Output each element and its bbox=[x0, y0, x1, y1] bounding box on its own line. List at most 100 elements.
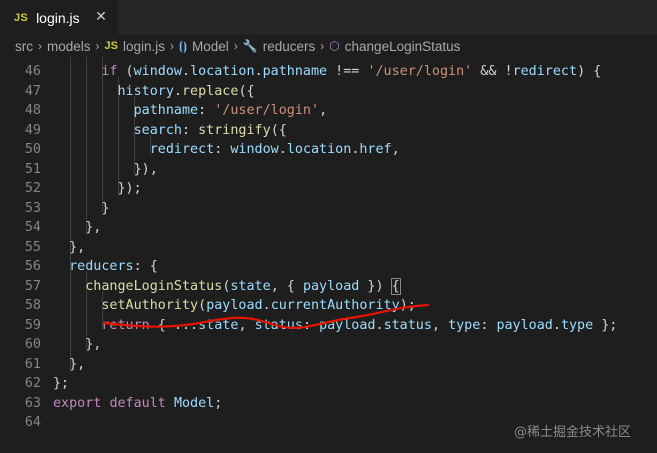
code-line[interactable]: 59 return { ...state, status: payload.st… bbox=[0, 316, 657, 336]
code-line[interactable]: 56 reducers: { bbox=[0, 257, 657, 277]
line-number: 55 bbox=[24, 239, 41, 255]
code-token: . bbox=[254, 64, 263, 79]
line-number: 48 bbox=[24, 103, 41, 118]
line-number: 51 bbox=[24, 161, 41, 177]
code-editor[interactable]: 46 if (window.location.pathname !== '/us… bbox=[0, 57, 657, 453]
line-number: 49 bbox=[24, 122, 41, 138]
code-token: history bbox=[117, 83, 174, 99]
code-token: payload bbox=[206, 298, 263, 313]
tab-login-js[interactable]: JS login.js ✕ bbox=[0, 0, 118, 35]
tab-bar: JS login.js ✕ bbox=[0, 0, 657, 35]
line-number: 52 bbox=[24, 181, 41, 196]
code-token: href bbox=[359, 142, 392, 157]
code-token: type bbox=[448, 317, 481, 333]
code-token: . bbox=[375, 317, 384, 333]
code-token: }, bbox=[53, 356, 86, 372]
chevron-right-icon: › bbox=[38, 39, 42, 53]
code-token: export bbox=[53, 395, 102, 411]
breadcrumb-item-models[interactable]: models bbox=[47, 39, 91, 54]
code-token: '/user/login' bbox=[367, 64, 473, 79]
code-token: return bbox=[101, 317, 150, 333]
breadcrumb-item-src[interactable]: src bbox=[15, 39, 33, 54]
code-token: payload bbox=[302, 278, 360, 294]
code-token: : bbox=[480, 317, 497, 333]
code-line[interactable]: 61 }, bbox=[0, 355, 657, 375]
code-token: }), bbox=[53, 161, 158, 177]
code-text: }), bbox=[53, 160, 158, 180]
code-token: ( bbox=[117, 64, 134, 79]
code-line[interactable]: 58 setAuthority(payload.currentAuthority… bbox=[0, 296, 657, 316]
code-line[interactable]: 62}; bbox=[0, 374, 657, 394]
code-token: { bbox=[390, 277, 401, 295]
code-token: stringify bbox=[198, 122, 271, 138]
code-text: return { ...state, status: payload.statu… bbox=[53, 316, 617, 336]
code-token: . bbox=[173, 83, 182, 99]
code-token: . bbox=[552, 317, 561, 333]
code-text: pathname: '/user/login', bbox=[53, 101, 328, 121]
code-line[interactable]: 63 export default Model; bbox=[0, 394, 657, 414]
javascript-file-icon: JS bbox=[14, 11, 29, 24]
code-token: , bbox=[238, 317, 255, 333]
code-token: status bbox=[383, 317, 432, 333]
code-token: , { bbox=[270, 278, 303, 294]
code-token: location bbox=[286, 142, 352, 157]
code-token: window bbox=[230, 142, 279, 157]
code-line[interactable]: 60 }, bbox=[0, 335, 657, 355]
code-token: : bbox=[214, 142, 231, 157]
code-token: changeLoginStatus bbox=[85, 278, 223, 294]
code-token: replace bbox=[182, 83, 239, 99]
code-line[interactable]: 53 } bbox=[0, 199, 657, 219]
code-token: status bbox=[254, 317, 303, 333]
code-text: export default Model; bbox=[53, 394, 222, 414]
code-token: ; bbox=[214, 395, 223, 411]
code-line[interactable]: 50 redirect: window.location.href, bbox=[0, 140, 657, 160]
code-token: ({ bbox=[270, 122, 287, 138]
code-token: . bbox=[278, 142, 287, 157]
code-text: }); bbox=[53, 179, 141, 199]
breadcrumb-item-reducers[interactable]: reducers bbox=[263, 39, 316, 54]
code-line[interactable]: 51 }), bbox=[0, 160, 657, 180]
breadcrumb-item-login-js[interactable]: login.js bbox=[123, 39, 165, 54]
line-number: 46 bbox=[24, 64, 41, 79]
watermark: @稀土掘金技术社区 bbox=[514, 425, 632, 440]
code-text: } bbox=[53, 199, 109, 219]
code-token: }; bbox=[53, 376, 70, 391]
code-line[interactable]: 46 if (window.location.pathname !== '/us… bbox=[0, 62, 657, 82]
code-line[interactable]: 52 }); bbox=[0, 179, 657, 199]
code-token: redirect bbox=[512, 64, 578, 79]
code-text: }, bbox=[53, 218, 101, 238]
code-token: && ! bbox=[472, 64, 513, 79]
line-number: 47 bbox=[24, 83, 41, 99]
code-token: payload bbox=[319, 317, 376, 333]
breadcrumb-item-model[interactable]: Model bbox=[192, 39, 229, 54]
javascript-file-icon: JS bbox=[104, 40, 118, 52]
code-line[interactable]: 55 }, bbox=[0, 238, 657, 258]
line-number: 54 bbox=[24, 220, 41, 235]
code-token: search bbox=[133, 122, 182, 138]
code-line[interactable]: 47 history.replace({ bbox=[0, 82, 657, 102]
code-token: Model bbox=[173, 395, 215, 411]
code-token: : bbox=[198, 103, 215, 118]
code-token: window bbox=[133, 64, 182, 79]
breadcrumb-item-changeloginstatus[interactable]: changeLoginStatus bbox=[345, 39, 461, 54]
code-token: }, bbox=[53, 220, 102, 235]
line-number: 60 bbox=[24, 337, 41, 352]
code-line[interactable]: 49 search: stringify({ bbox=[0, 121, 657, 141]
code-line[interactable]: 57 changeLoginStatus(state, { payload })… bbox=[0, 277, 657, 297]
tab-label: login.js bbox=[36, 9, 80, 26]
code-token: redirect bbox=[149, 142, 215, 157]
code-token: : { bbox=[133, 259, 158, 274]
code-text: setAuthority(payload.currentAuthority); bbox=[53, 296, 415, 316]
close-icon[interactable]: ✕ bbox=[93, 9, 109, 25]
code-token: ) { bbox=[577, 64, 602, 79]
chevron-right-icon: › bbox=[233, 39, 238, 53]
code-token: }; bbox=[593, 317, 618, 333]
line-number: 58 bbox=[24, 298, 41, 313]
line-number: 57 bbox=[24, 278, 41, 294]
code-token: payload bbox=[496, 317, 553, 333]
code-text: }, bbox=[53, 238, 85, 258]
code-line[interactable]: 48 pathname: '/user/login', bbox=[0, 101, 657, 121]
code-line[interactable]: 54 }, bbox=[0, 218, 657, 238]
